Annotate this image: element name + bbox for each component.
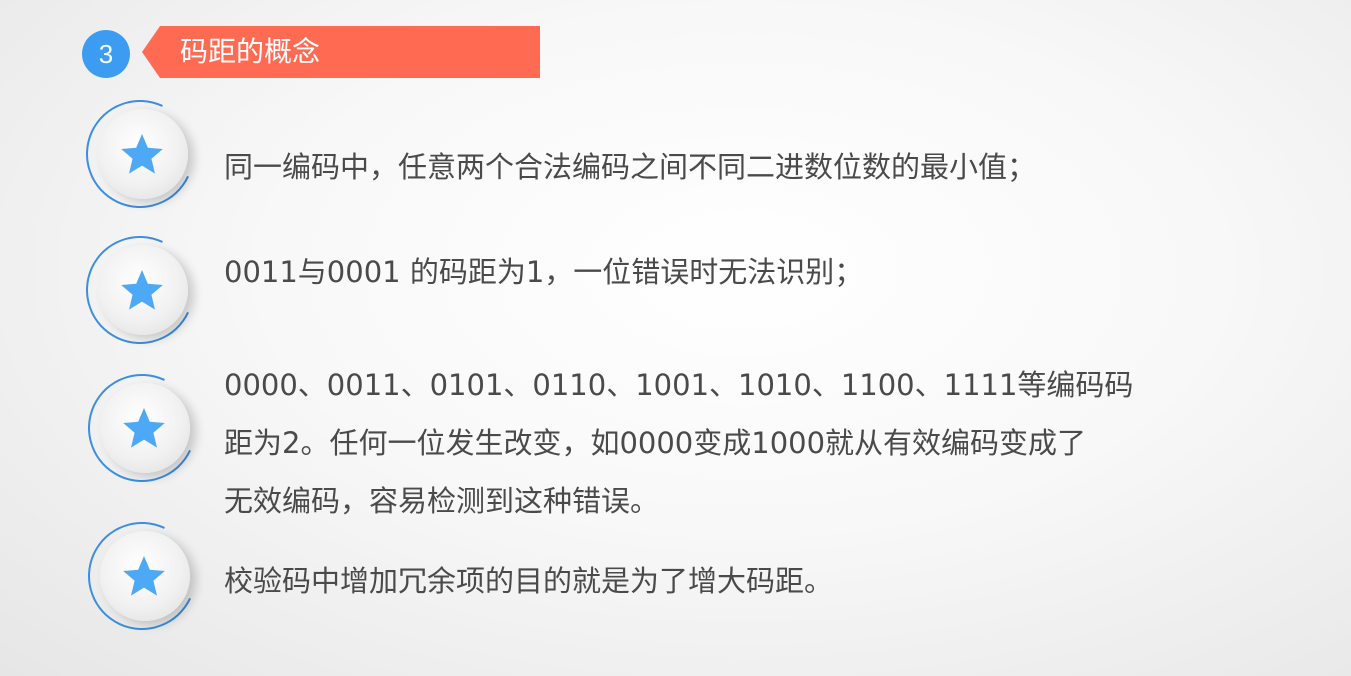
star-icon [121,134,163,174]
star-icon [123,408,165,448]
section-number-badge: 3 [82,30,130,78]
star-icon [123,556,165,596]
bullet-2-text: 0011与0001 的码距为1，一位错误时无法识别； [224,243,863,301]
bullet-3-line-2: 距为2。任何一位发生改变，如0000变成1000就从有效编码变成了 [224,426,1087,460]
bullet-3-icon-group [72,358,212,498]
bullet-1-text: 同一编码中，任意两个合法编码之间不同二进数位数的最小值； [224,138,1036,196]
bullet-1-icon-group [70,84,210,224]
bullet-4-line-1: 校验码中增加冗余项的目的就是为了增大码距。 [224,564,834,598]
star-icon [121,270,163,310]
bullet-2-icon-group [70,220,210,360]
slide-title: 码距的概念 [180,35,321,68]
bullet-1-line-1: 同一编码中，任意两个合法编码之间不同二进数位数的最小值； [224,150,1037,184]
bullet-3-line-1: 0000、0011、0101、0110、1001、1010、1100、1111等… [224,368,1134,402]
bullet-4-icon-group [72,506,212,646]
bullet-3-text: 0000、0011、0101、0110、1001、1010、1100、1111等… [224,356,1133,530]
bullet-3-line-3: 无效编码，容易检测到这种错误。 [224,484,660,518]
bullet-2-line-1: 0011与0001 的码距为1，一位错误时无法识别； [224,255,864,289]
bullet-4-text: 校验码中增加冗余项的目的就是为了增大码距。 [224,552,833,610]
